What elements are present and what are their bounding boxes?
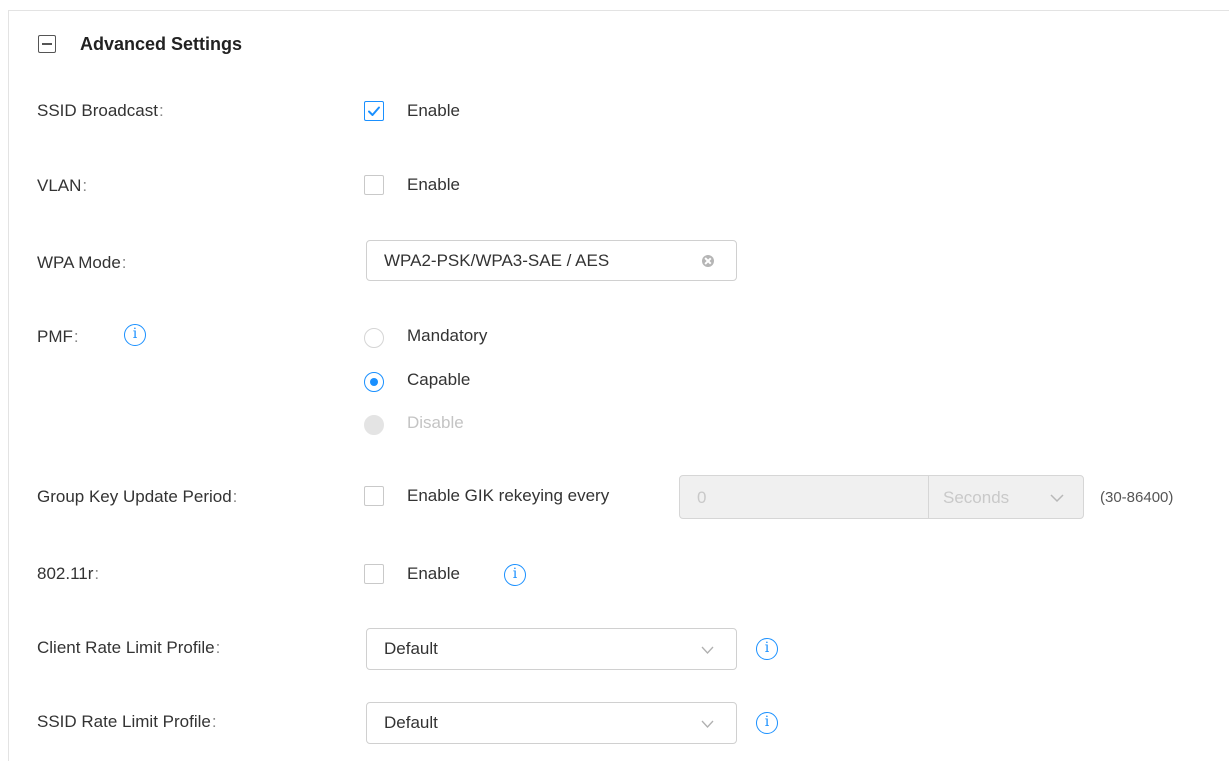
- check-icon: [368, 106, 380, 116]
- section-title: Advanced Settings: [80, 34, 243, 54]
- wpa-mode-label: WPA Mode:: [37, 253, 127, 272]
- pmf-label: PMF:: [37, 327, 79, 346]
- ssid-broadcast-checkbox[interactable]: [364, 101, 384, 121]
- collapse-icon[interactable]: [38, 35, 56, 53]
- ssid-rate-limit-select[interactable]: Default: [366, 702, 737, 744]
- gik-interval-input: 0: [679, 475, 929, 519]
- pmf-disable-label: Disable: [407, 413, 464, 432]
- clear-icon[interactable]: [702, 255, 714, 267]
- vlan-enable-label: Enable: [407, 175, 460, 194]
- group-key-enable-label: Enable GIK rekeying every: [407, 486, 610, 505]
- gik-unit-select: Seconds: [928, 475, 1084, 519]
- wpa-mode-value: WPA2-PSK/WPA3-SAE / AES: [384, 251, 610, 270]
- client-rate-limit-info-icon[interactable]: i: [756, 638, 778, 660]
- chevron-down-icon: [1050, 494, 1064, 503]
- dot11r-info-icon[interactable]: i: [504, 564, 526, 586]
- group-key-checkbox[interactable]: [364, 486, 384, 506]
- dot11r-label: 802.11r:: [37, 564, 100, 583]
- ssid-broadcast-enable-label: Enable: [407, 101, 460, 120]
- pmf-disable-radio: [364, 415, 384, 435]
- ssid-rate-limit-value: Default: [384, 713, 438, 732]
- pmf-mandatory-label: Mandatory: [407, 326, 488, 345]
- client-rate-limit-value: Default: [384, 639, 438, 658]
- ssid-rate-limit-label: SSID Rate Limit Profile:: [37, 712, 217, 731]
- pmf-capable-radio[interactable]: [364, 372, 384, 392]
- gik-interval-value: 0: [697, 488, 707, 507]
- client-rate-limit-label: Client Rate Limit Profile:: [37, 638, 221, 657]
- wpa-mode-select[interactable]: WPA2-PSK/WPA3-SAE / AES: [366, 240, 737, 281]
- ssid-rate-limit-info-icon[interactable]: i: [756, 712, 778, 734]
- pmf-capable-label: Capable: [407, 370, 471, 389]
- gik-unit-value: Seconds: [943, 488, 1010, 507]
- pmf-mandatory-radio[interactable]: [364, 328, 384, 348]
- ssid-broadcast-label: SSID Broadcast:: [37, 101, 164, 120]
- vlan-checkbox[interactable]: [364, 175, 384, 195]
- chevron-down-icon: [701, 720, 714, 728]
- gik-range-hint: (30-86400): [1100, 489, 1174, 506]
- dot11r-checkbox[interactable]: [364, 564, 384, 584]
- pmf-info-icon[interactable]: i: [124, 324, 146, 346]
- chevron-down-icon: [701, 646, 714, 654]
- vlan-label: VLAN:: [37, 176, 88, 195]
- dot11r-enable-label: Enable: [407, 564, 460, 583]
- group-key-label: Group Key Update Period:: [37, 487, 238, 506]
- client-rate-limit-select[interactable]: Default: [366, 628, 737, 670]
